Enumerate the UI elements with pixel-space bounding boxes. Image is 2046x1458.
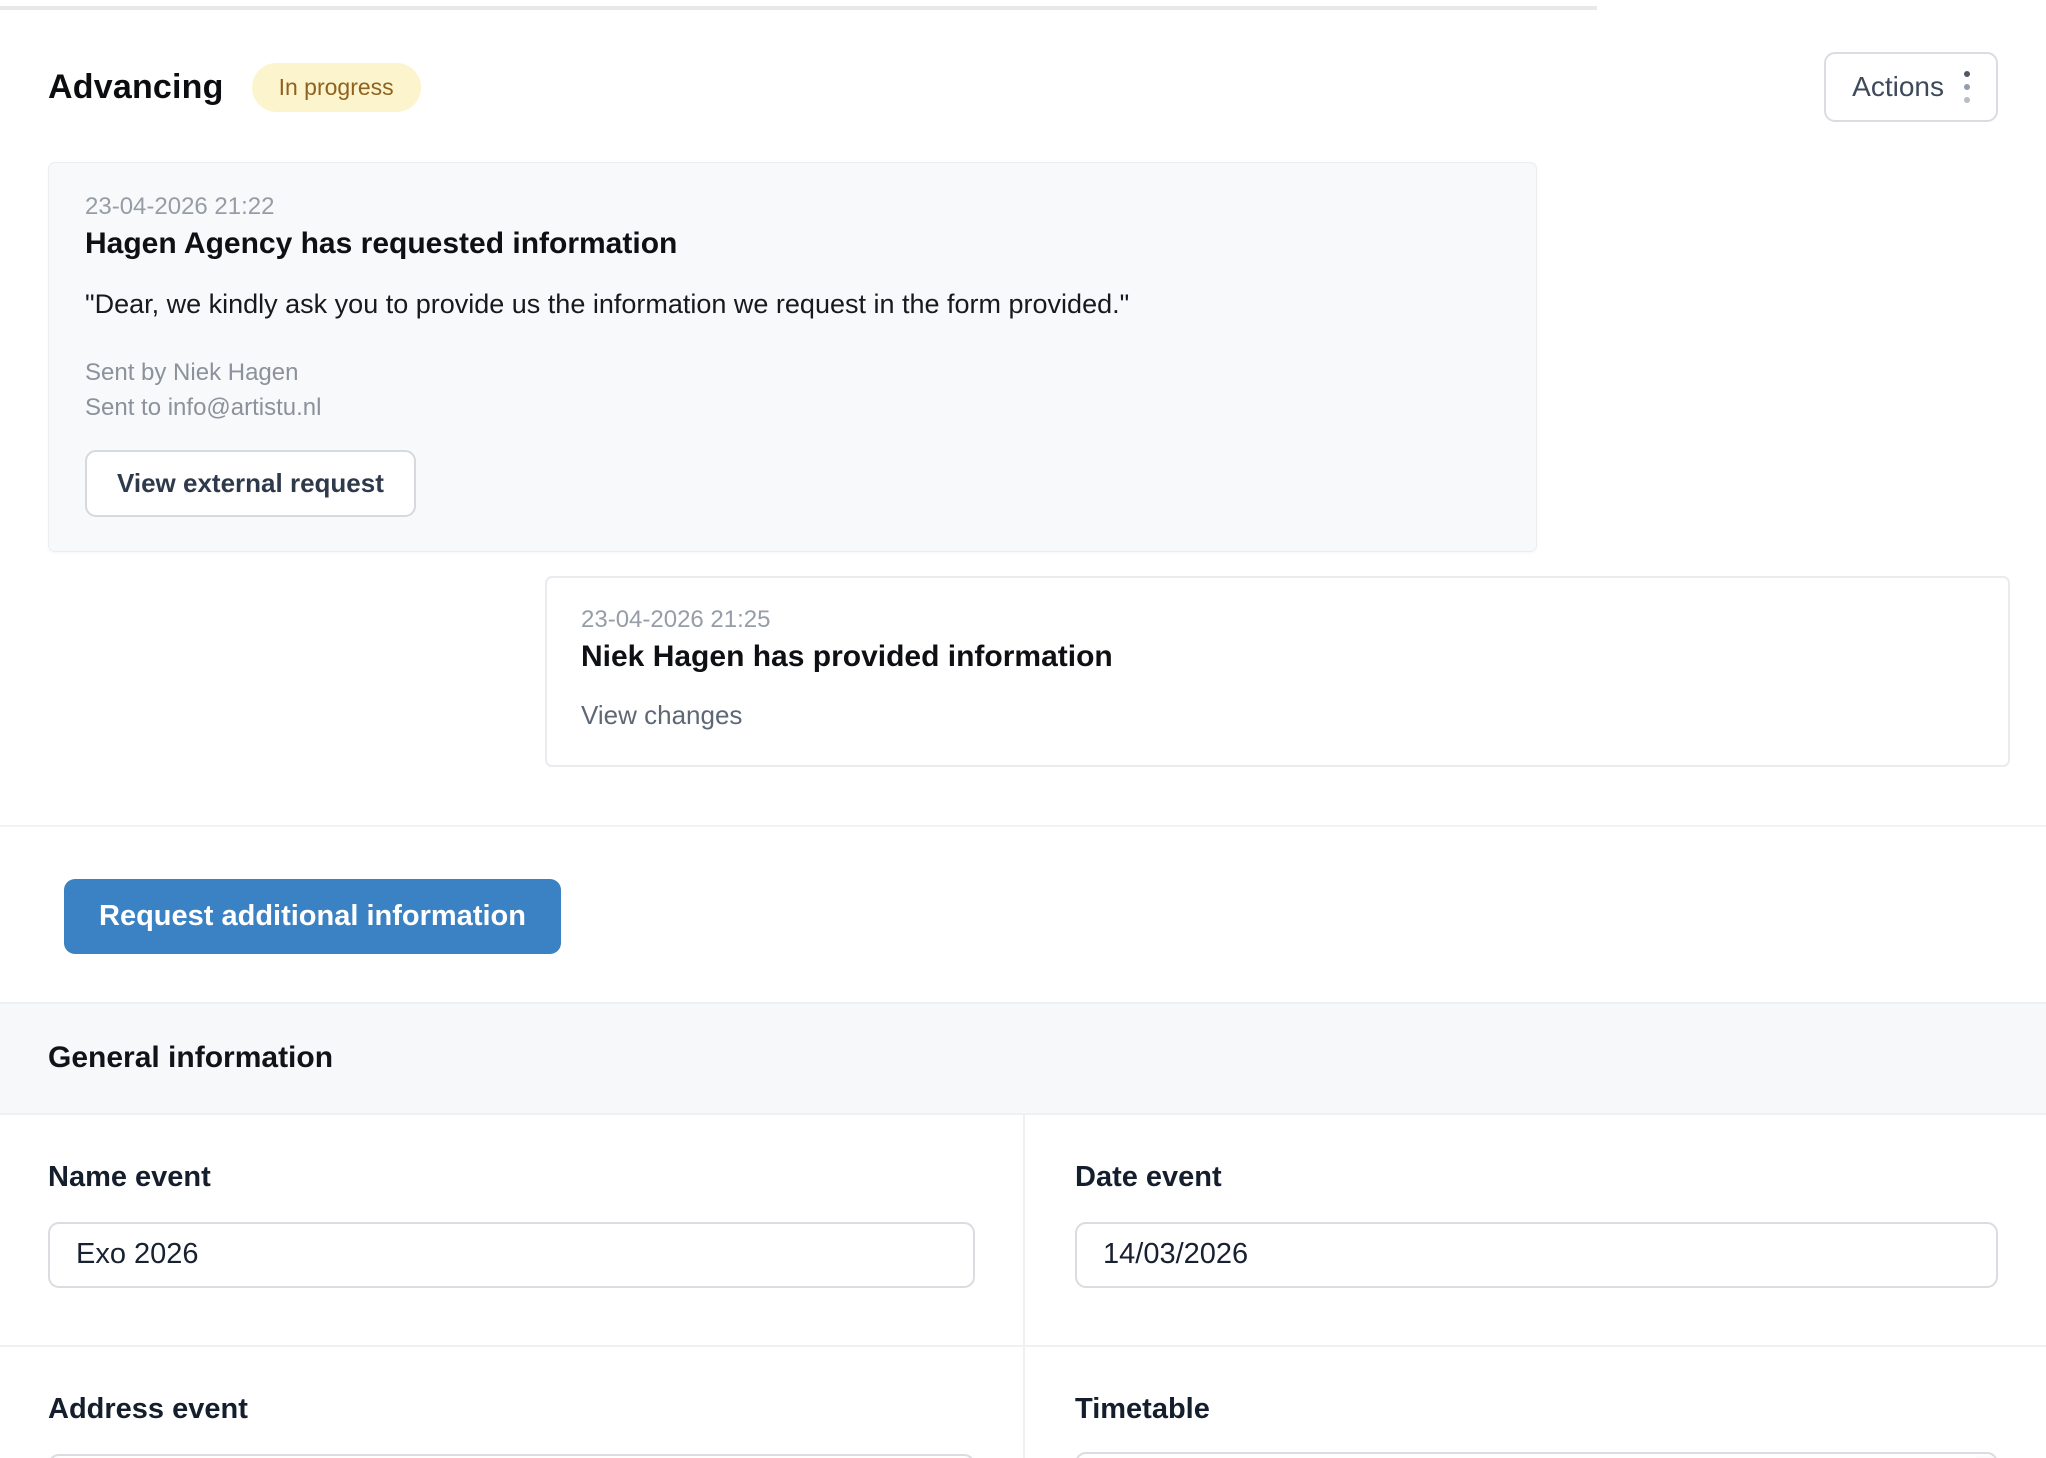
- timeline: 23-04-2026 21:22 Hagen Agency has reques…: [0, 162, 2046, 767]
- view-changes-link[interactable]: View changes: [581, 700, 1974, 731]
- page-header: Advancing In progress Actions: [0, 52, 2046, 122]
- address-event-label: Address event: [48, 1393, 975, 1426]
- general-information-form: Name event Date event Address event Time…: [0, 1113, 2046, 1458]
- sent-by-line: Sent by Niek Hagen: [85, 356, 1500, 391]
- kebab-menu-icon: [1960, 69, 1974, 105]
- timetable-cell: Timetable 23:00 - 01:00 Local opener 01:…: [1023, 1345, 2046, 1458]
- request-card: 23-04-2026 21:22 Hagen Agency has reques…: [48, 162, 1537, 552]
- general-information-section-header: General information: [0, 1002, 2046, 1113]
- section-title: General information: [48, 1041, 333, 1075]
- name-event-label: Name event: [48, 1161, 975, 1194]
- name-event-cell: Name event: [0, 1115, 1023, 1345]
- request-timestamp: 23-04-2026 21:22: [85, 193, 1500, 221]
- page-title: Advancing: [48, 68, 224, 107]
- request-additional-information-button[interactable]: Request additional information: [64, 879, 561, 954]
- name-event-input[interactable]: [48, 1222, 975, 1288]
- response-title: Niek Hagen has provided information: [581, 640, 1974, 674]
- actions-button[interactable]: Actions: [1824, 52, 1998, 122]
- timetable-label: Timetable: [1075, 1393, 1998, 1426]
- sent-to-line: Sent to info@artistu.nl: [85, 391, 1500, 426]
- action-band: Request additional information: [0, 825, 2046, 1002]
- timetable-text: 23:00 - 01:00 Local opener 01:00 - 03:00…: [1077, 1454, 1996, 1458]
- date-event-cell: Date event: [1023, 1115, 2046, 1345]
- request-title: Hagen Agency has requested information: [85, 227, 1500, 261]
- timetable-textarea[interactable]: 23:00 - 01:00 Local opener 01:00 - 03:00…: [1075, 1452, 1998, 1458]
- response-card: 23-04-2026 21:25 Niek Hagen has provided…: [545, 576, 2010, 767]
- address-event-cell: Address event: [0, 1345, 1023, 1458]
- request-meta: Sent by Niek Hagen Sent to info@artistu.…: [85, 356, 1500, 426]
- actions-button-label: Actions: [1852, 71, 1944, 103]
- view-external-request-button[interactable]: View external request: [85, 450, 416, 517]
- top-divider: [0, 6, 1597, 10]
- status-badge: In progress: [252, 63, 421, 112]
- request-message: "Dear, we kindly ask you to provide us t…: [85, 289, 1500, 320]
- address-event-input[interactable]: [48, 1454, 975, 1458]
- date-event-input[interactable]: [1075, 1222, 1998, 1288]
- date-event-label: Date event: [1075, 1161, 1998, 1194]
- header-left: Advancing In progress: [48, 63, 421, 112]
- response-timestamp: 23-04-2026 21:25: [581, 606, 1974, 634]
